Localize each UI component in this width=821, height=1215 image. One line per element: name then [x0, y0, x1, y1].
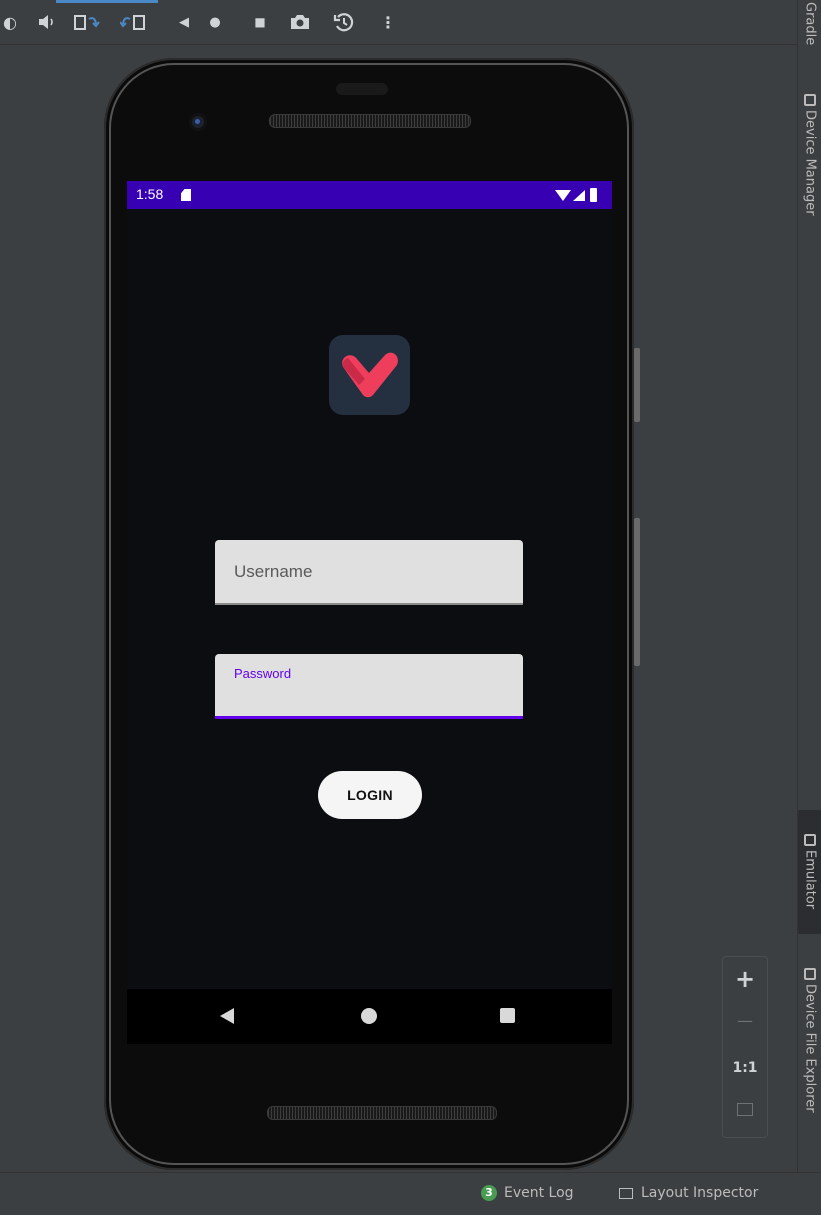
screenshot-icon[interactable]	[288, 12, 312, 32]
device-manager-tab-label: Device Manager	[802, 110, 818, 216]
nav-home-icon[interactable]	[361, 1008, 377, 1024]
power-icon[interactable]: ◐	[2, 12, 18, 32]
device-manager-icon	[804, 94, 816, 106]
heart-check-icon	[342, 352, 398, 398]
zoom-in-button[interactable]: +	[723, 965, 767, 993]
sd-card-icon	[181, 189, 191, 201]
right-tool-window-bar: Gradle Device Manager Emulator Device Fi…	[797, 0, 821, 1172]
wifi-icon	[555, 190, 571, 201]
zoom-out-button[interactable]: —	[723, 1011, 767, 1030]
username-placeholder: Username	[234, 562, 313, 581]
active-tab-indicator	[56, 0, 158, 3]
gradle-tab[interactable]: Gradle	[798, 2, 821, 64]
snapshot-icon[interactable]	[332, 12, 356, 32]
rotate-left-icon[interactable]	[74, 12, 100, 32]
username-field[interactable]: Username	[215, 540, 523, 605]
back-icon[interactable]: ◀	[176, 12, 192, 32]
volume-up-icon[interactable]	[36, 12, 58, 32]
cell-signal-icon	[573, 190, 585, 201]
app-logo	[329, 335, 410, 415]
fit-screen-button[interactable]	[723, 1101, 767, 1120]
volume-side-button[interactable]	[634, 518, 640, 666]
device-file-explorer-tab-label: Device File Explorer	[802, 984, 818, 1113]
password-field[interactable]: Password	[215, 654, 523, 719]
device-manager-tab[interactable]: Device Manager	[798, 94, 821, 274]
android-nav-bar	[127, 989, 612, 1044]
emulator-tab-label: Emulator	[802, 850, 818, 910]
overview-icon[interactable]: ■	[252, 12, 268, 32]
device-file-explorer-tab[interactable]: Device File Explorer	[798, 968, 821, 1168]
event-log-button[interactable]: 3 Event Log	[481, 1185, 574, 1201]
nav-recents-icon[interactable]	[500, 1008, 515, 1023]
actual-size-button[interactable]: 1:1	[723, 1060, 767, 1076]
emulator-tab[interactable]: Emulator	[798, 810, 821, 934]
nav-back-icon[interactable]	[220, 1008, 234, 1024]
front-camera	[189, 113, 207, 131]
event-log-count-badge: 3	[481, 1185, 497, 1201]
top-speaker-grill	[269, 114, 471, 128]
power-side-button[interactable]	[634, 348, 640, 422]
login-button[interactable]: LOGIN	[318, 771, 422, 819]
layout-inspector-button[interactable]: Layout Inspector	[619, 1185, 758, 1201]
emulator-toolbar: ◐ ◀ ● ■ ⋮	[0, 0, 797, 45]
device-screen[interactable]: 1:58 Username Password LOGIN	[127, 181, 612, 989]
rotate-right-icon[interactable]	[120, 12, 146, 32]
gradle-tab-label: Gradle	[802, 2, 818, 46]
password-floating-label: Password	[234, 666, 292, 681]
battery-icon	[590, 188, 597, 202]
home-icon[interactable]: ●	[207, 12, 223, 32]
bottom-speaker-grill	[267, 1106, 497, 1120]
zoom-controls: + — 1:1	[722, 956, 768, 1138]
proximity-sensor	[336, 83, 388, 95]
device-file-explorer-icon	[804, 968, 816, 980]
more-icon[interactable]: ⋮	[380, 12, 396, 32]
event-log-label: Event Log	[504, 1185, 574, 1201]
emulator-icon	[804, 834, 816, 846]
layout-inspector-label: Layout Inspector	[641, 1185, 759, 1201]
status-clock: 1:58	[136, 186, 164, 202]
fit-screen-icon	[737, 1103, 753, 1116]
layout-inspector-icon	[619, 1187, 633, 1199]
android-status-bar: 1:58	[127, 181, 612, 209]
ide-status-bar: 3 Event Log Layout Inspector	[0, 1172, 821, 1215]
